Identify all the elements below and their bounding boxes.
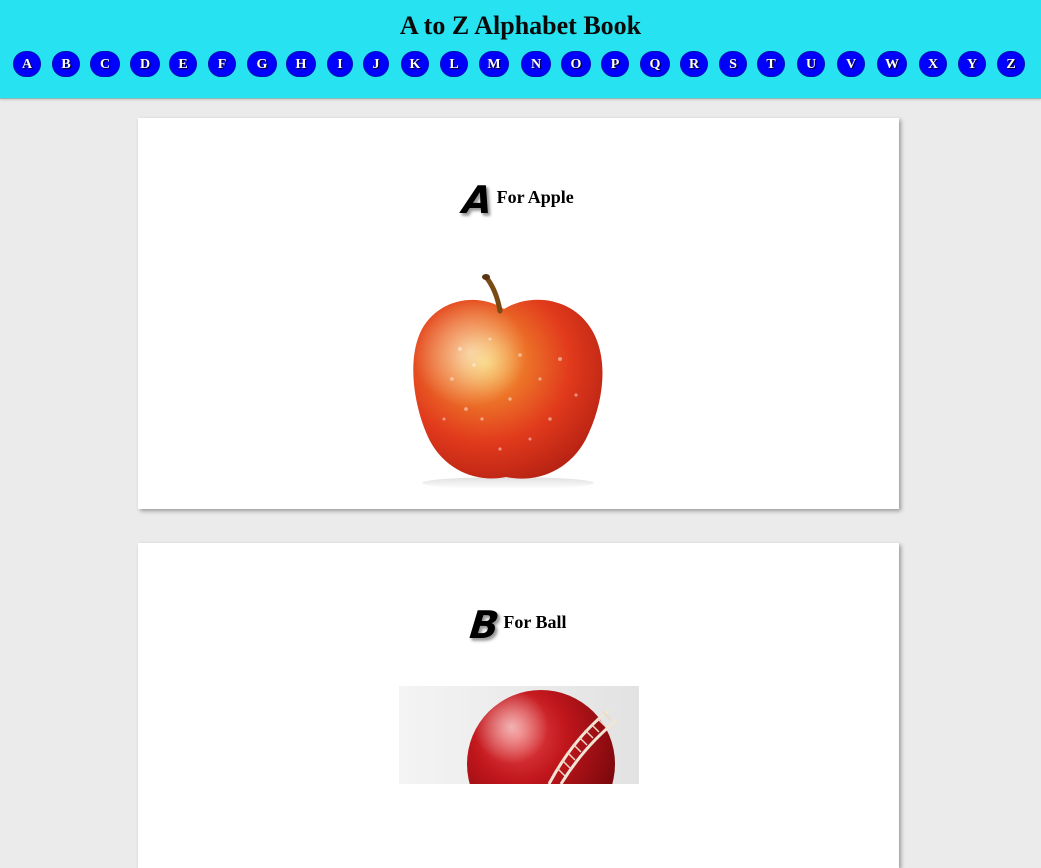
page-header: A to Z Alphabet Book ABCDEFGHIJKLMNOPQRS…: [0, 0, 1041, 99]
letter-button-f[interactable]: F: [208, 51, 236, 77]
letter-button-d[interactable]: D: [130, 51, 160, 77]
letter-button-j[interactable]: J: [363, 51, 389, 77]
letter-button-m[interactable]: M: [479, 51, 509, 77]
letter-button-x[interactable]: X: [919, 51, 947, 77]
letter-button-k[interactable]: K: [401, 51, 429, 77]
card-heading: AFor Apple: [138, 178, 899, 222]
page-title: A to Z Alphabet Book: [399, 11, 642, 40]
letter-button-v[interactable]: V: [837, 51, 865, 77]
letter-button-c[interactable]: C: [90, 51, 120, 77]
letter-card-a: AFor Apple: [138, 118, 899, 509]
letter-button-a[interactable]: A: [13, 51, 41, 77]
card-word: For Ball: [503, 611, 567, 632]
letter-button-z[interactable]: Z: [997, 51, 1025, 77]
letter-button-n[interactable]: N: [521, 51, 551, 77]
letter-button-y[interactable]: Y: [958, 51, 986, 77]
letter-button-w[interactable]: W: [877, 51, 907, 77]
cricket-ball-image: [399, 686, 639, 784]
letter-button-q[interactable]: Q: [640, 51, 670, 77]
letter-navigation: ABCDEFGHIJKLMNOPQRSTUVWXYZ: [0, 51, 1041, 77]
letter-button-r[interactable]: R: [680, 51, 708, 77]
letter-card-b: BFor Ball: [138, 543, 899, 868]
letter-button-u[interactable]: U: [797, 51, 825, 77]
letter-button-g[interactable]: G: [247, 51, 277, 77]
letter-button-l[interactable]: L: [440, 51, 468, 77]
card-word: For Apple: [496, 186, 574, 207]
apple-image: [400, 269, 608, 489]
card-heading: BFor Ball: [138, 603, 899, 647]
letter-button-b[interactable]: B: [52, 51, 80, 77]
letter-button-t[interactable]: T: [757, 51, 785, 77]
card-letter: B: [468, 603, 502, 647]
letter-button-h[interactable]: H: [286, 51, 316, 77]
letter-button-i[interactable]: I: [327, 51, 353, 77]
letter-button-p[interactable]: P: [601, 51, 629, 77]
letter-button-e[interactable]: E: [169, 51, 197, 77]
letter-button-s[interactable]: S: [719, 51, 747, 77]
letter-button-o[interactable]: O: [561, 51, 591, 77]
card-letter: A: [460, 178, 495, 222]
